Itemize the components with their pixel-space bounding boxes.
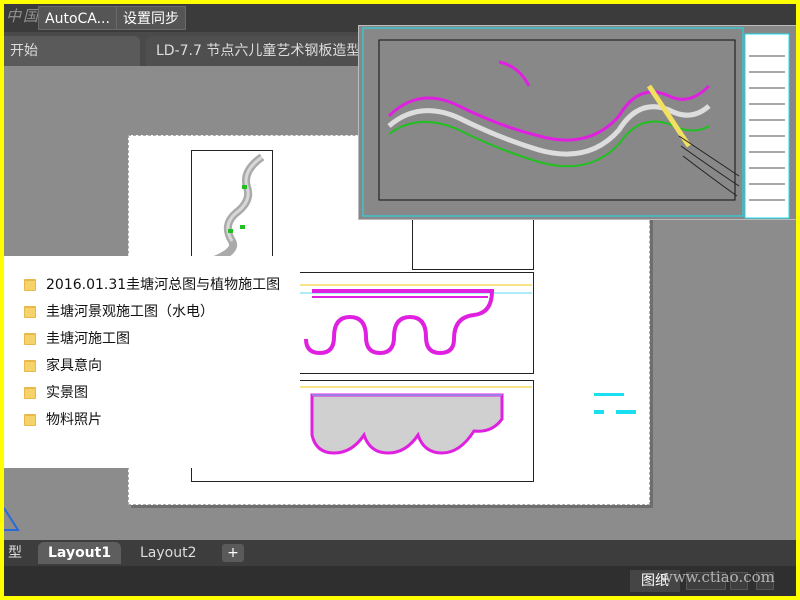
folder-icon xyxy=(24,358,36,372)
folder-icon xyxy=(24,277,36,291)
site-map-drawing xyxy=(210,153,265,265)
tab-start[interactable]: 开始 xyxy=(4,36,140,66)
folder-list-panel: 2016.01.31圭塘河总图与植物施工图 圭塘河景观施工图（水电） 圭塘河施工… xyxy=(4,256,300,468)
sync-settings-button[interactable]: 设置同步 xyxy=(116,6,186,30)
cyan-annotation-dash xyxy=(616,410,636,414)
folder-label: 物料照片 xyxy=(46,412,102,428)
folder-icon xyxy=(24,304,36,318)
folder-item[interactable]: 物料照片 xyxy=(24,407,102,431)
folder-item[interactable]: 家具意向 xyxy=(24,353,102,377)
folder-label: 圭塘河景观施工图（水电） xyxy=(46,304,214,320)
tab-layout2[interactable]: Layout2 xyxy=(130,542,207,564)
add-layout-button[interactable]: + xyxy=(222,544,244,562)
folder-icon xyxy=(24,385,36,399)
folder-item[interactable]: 圭塘河景观施工图（水电） xyxy=(24,299,214,323)
folder-item[interactable]: 圭塘河施工图 xyxy=(24,326,130,350)
ucs-icon xyxy=(4,507,20,531)
folder-label: 圭塘河施工图 xyxy=(46,331,130,347)
tab-model[interactable]: 型 xyxy=(4,542,32,564)
tab-layout1[interactable]: Layout1 xyxy=(38,542,122,564)
watermark-text: www.ctiao.com xyxy=(660,568,775,586)
cyan-annotation-line xyxy=(594,393,624,396)
cyan-annotation-dash xyxy=(594,410,604,414)
folder-label: 家具意向 xyxy=(46,358,102,374)
folder-label: 实景图 xyxy=(46,385,88,401)
layout-tab-bar: 型 Layout1 Layout2 + xyxy=(4,540,796,566)
folder-icon xyxy=(24,331,36,345)
river-plan-drawing xyxy=(362,27,790,219)
folder-item[interactable]: 实景图 xyxy=(24,380,88,404)
folder-icon xyxy=(24,412,36,426)
folder-label: 2016.01.31圭塘河总图与植物施工图 xyxy=(46,277,281,293)
cad-overview-inset xyxy=(358,25,796,220)
folder-item[interactable]: 2016.01.31圭塘河总图与植物施工图 xyxy=(24,272,280,296)
viewport-site-map[interactable] xyxy=(191,150,273,266)
autocad-app-button[interactable]: AutoCA... xyxy=(38,6,117,30)
autocad-window: 中国建筑网 AutoCA... 设置同步 开始 LD-7.7 节点六儿童艺术钢板… xyxy=(4,4,796,596)
